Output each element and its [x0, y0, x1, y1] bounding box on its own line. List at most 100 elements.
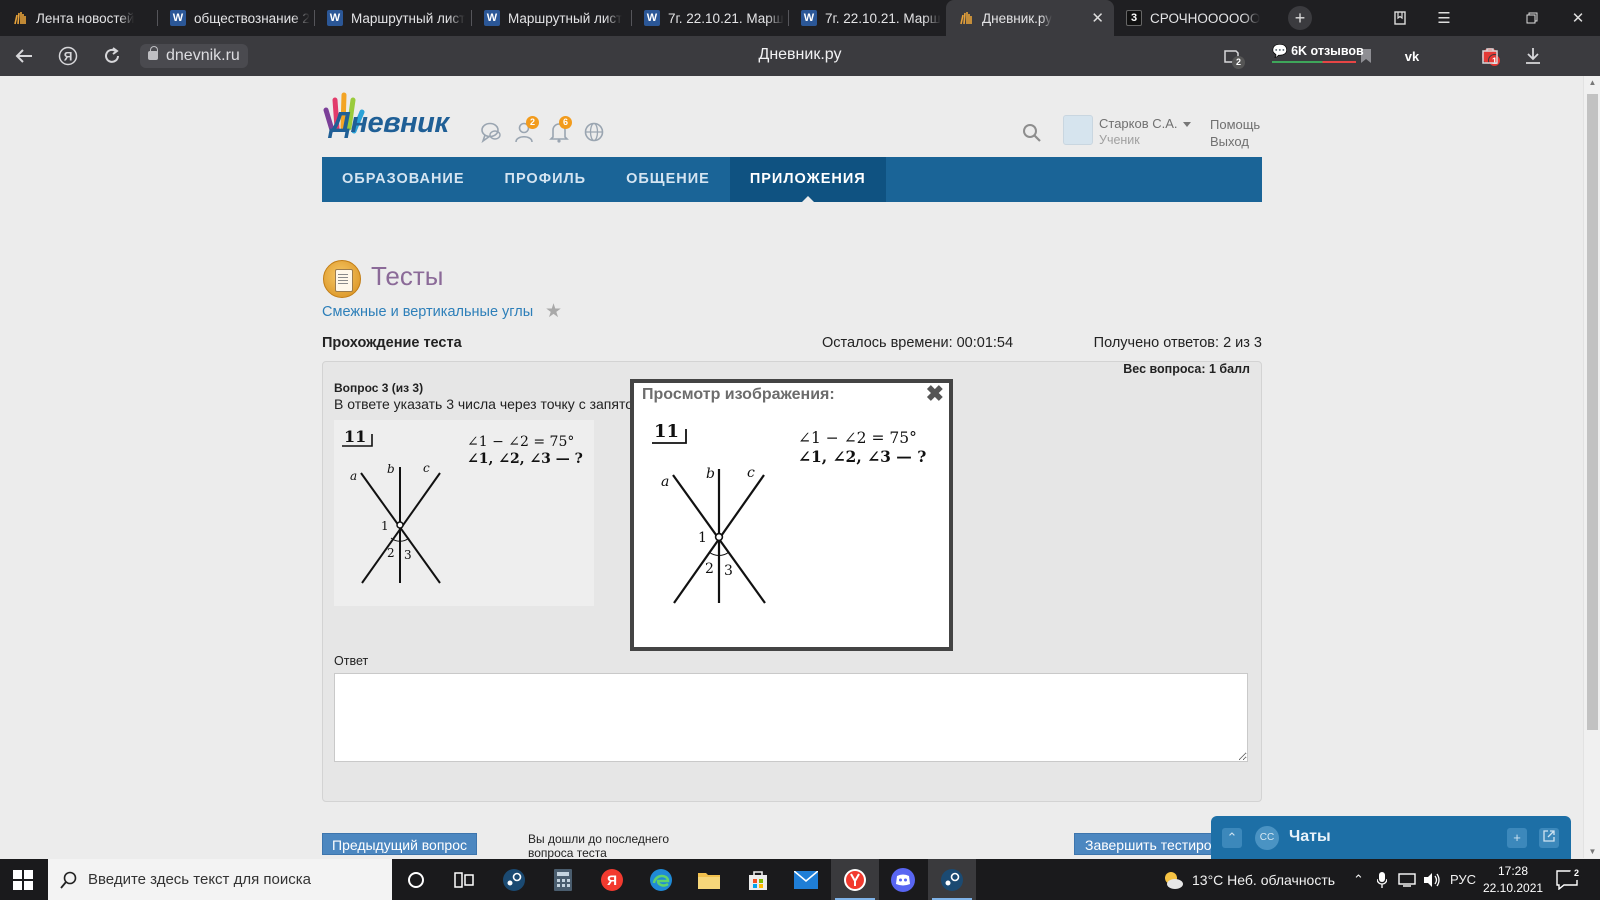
- chats-widget[interactable]: ⌃ СС Чаты +: [1211, 816, 1571, 860]
- calculator-icon[interactable]: [539, 859, 587, 900]
- previous-question-button[interactable]: Предыдущий вопрос: [322, 833, 477, 855]
- search-icon[interactable]: [1020, 121, 1044, 145]
- test-name-link[interactable]: Смежные и вертикальные углы: [322, 304, 533, 320]
- mail-icon[interactable]: [782, 859, 830, 900]
- taskbar-clock[interactable]: 17:28 22.10.2021: [1483, 863, 1543, 897]
- close-icon[interactable]: ✖: [926, 381, 944, 407]
- reviews-label: 6K отзывов: [1291, 44, 1364, 58]
- angle-label-1: 1: [698, 530, 707, 546]
- globe-icon[interactable]: [582, 120, 606, 144]
- microphone-icon[interactable]: [1377, 859, 1387, 900]
- add-chat-icon[interactable]: +: [1507, 828, 1527, 848]
- friends-badge: 2: [526, 116, 539, 129]
- chat-icon[interactable]: [479, 120, 503, 144]
- logo-text[interactable]: Дневник: [330, 107, 449, 140]
- yandex-browser-icon[interactable]: [831, 859, 879, 900]
- line-label-c: c: [423, 461, 430, 475]
- nav-education[interactable]: ОБРАЗОВАНИЕ: [322, 157, 485, 202]
- back-icon[interactable]: [12, 44, 36, 68]
- language-indicator[interactable]: РУС: [1450, 859, 1476, 900]
- close-tab-icon[interactable]: ✕: [1091, 9, 1104, 27]
- downloads-icon[interactable]: [1521, 44, 1545, 68]
- extensions-icon[interactable]: [1478, 44, 1502, 68]
- address-text: dnevnik.ru: [166, 47, 240, 64]
- section-title: Тесты: [371, 261, 444, 291]
- weather-widget[interactable]: 13°C Неб. облачность: [1162, 859, 1335, 900]
- scrollbar-thumb[interactable]: [1587, 94, 1598, 730]
- dnevnik-favicon: [12, 10, 28, 26]
- discord-icon[interactable]: [879, 859, 927, 900]
- network-icon[interactable]: [1398, 859, 1416, 900]
- protect-icon[interactable]: 2: [1220, 44, 1245, 69]
- word-icon: W: [170, 10, 186, 26]
- modal-title: Просмотр изображения:: [642, 386, 835, 403]
- reviews-button[interactable]: 💬 6K отзывов: [1272, 44, 1364, 63]
- store-icon[interactable]: [734, 859, 782, 900]
- angle-label-1: 1: [381, 519, 389, 533]
- notification-center-icon[interactable]: 2: [1556, 859, 1583, 900]
- browser-tab-3[interactable]: W Маршрутный лист: [315, 0, 472, 36]
- edge-icon[interactable]: [637, 859, 685, 900]
- answer-label: Ответ: [334, 654, 369, 668]
- question-number: Вопрос 3 (из 3): [334, 381, 424, 395]
- angle-label-2: 2: [387, 546, 395, 560]
- nav-profile[interactable]: ПРОФИЛЬ: [485, 157, 607, 202]
- word-icon: W: [801, 10, 817, 26]
- mode-label: Прохождение теста: [322, 335, 462, 351]
- protect-badge: 2: [1232, 56, 1245, 69]
- page-scrollbar[interactable]: ▲ ▼: [1583, 76, 1600, 858]
- nav-applications[interactable]: ПРИЛОЖЕНИЯ: [729, 157, 886, 202]
- znanija-favicon: 3: [1126, 10, 1142, 26]
- chat-avatar: СС: [1255, 826, 1279, 850]
- angle-label-3: 3: [404, 548, 412, 562]
- yandex-icon[interactable]: Я: [588, 859, 636, 900]
- browser-tab-active[interactable]: Дневник.ру ✕: [946, 0, 1114, 36]
- chevron-up-icon[interactable]: ⌃: [1222, 828, 1242, 848]
- browser-tab-5[interactable]: W 7г. 22.10.21. Марш: [632, 0, 789, 36]
- menu-icon[interactable]: ☰: [1422, 0, 1466, 36]
- question-image[interactable]: 11 ∠1 − ∠2 = 75° ∠1, ∠2, ∠3 — ? a b c 1 …: [334, 420, 594, 606]
- restore-window-icon[interactable]: [1510, 0, 1554, 36]
- close-window-icon[interactable]: ✕: [1556, 0, 1600, 36]
- windows-start-icon[interactable]: [10, 867, 36, 893]
- tab-label: 7г. 22.10.21. Марш: [825, 10, 941, 26]
- cortana-icon[interactable]: [392, 859, 440, 900]
- browser-tab-2[interactable]: W обществознание 2: [158, 0, 315, 36]
- notifications-icon[interactable]: 6: [547, 116, 572, 144]
- steam-icon[interactable]: [490, 859, 538, 900]
- scroll-down-icon[interactable]: ▼: [1588, 847, 1597, 856]
- tab-label: Дневник.ру: [982, 10, 1053, 26]
- favorite-star-icon[interactable]: ★: [545, 300, 562, 323]
- new-tab-icon[interactable]: +: [1288, 6, 1312, 30]
- collections-icon[interactable]: [1378, 0, 1422, 36]
- task-view-icon[interactable]: [440, 859, 488, 900]
- nav-communication[interactable]: ОБЩЕНИЕ: [606, 157, 730, 202]
- browser-tab-4[interactable]: W Маршрутный лист: [472, 0, 632, 36]
- chevron-up-icon[interactable]: ⌃: [1353, 859, 1364, 900]
- scroll-up-icon[interactable]: ▲: [1588, 78, 1597, 87]
- taskbar-search[interactable]: Введите здесь текст для поиска: [48, 859, 392, 900]
- angle-label-2: 2: [705, 561, 714, 577]
- finish-test-button[interactable]: Завершить тестирование: [1074, 833, 1224, 855]
- reload-icon[interactable]: [100, 44, 124, 68]
- user-role: Ученик: [1099, 133, 1140, 147]
- browser-tab-8[interactable]: 3 СРОЧНОООООО: [1114, 0, 1274, 36]
- browser-tab-6[interactable]: W 7г. 22.10.21. Марш: [789, 0, 946, 36]
- browser-tab-1[interactable]: Лента новостей: [0, 0, 158, 36]
- steam-icon-2[interactable]: [928, 859, 976, 900]
- search-placeholder: Введите здесь текст для поиска: [88, 871, 311, 888]
- address-bar[interactable]: dnevnik.ru: [140, 44, 248, 68]
- volume-icon[interactable]: [1423, 859, 1441, 900]
- figure-number: 11: [654, 421, 679, 442]
- friends-icon[interactable]: 2: [513, 116, 539, 144]
- logout-link[interactable]: Выход: [1210, 134, 1249, 149]
- answer-input[interactable]: [334, 673, 1248, 762]
- popout-icon[interactable]: [1539, 828, 1559, 848]
- yandex-home-icon[interactable]: Я: [56, 44, 80, 68]
- vk-icon[interactable]: vk: [1400, 44, 1424, 68]
- explorer-icon[interactable]: [685, 859, 733, 900]
- notification-count: 2: [1570, 867, 1583, 880]
- image-preview-modal: Просмотр изображения: ✖ 11 ∠1 − ∠2 = 75°…: [630, 379, 953, 651]
- help-link[interactable]: Помощь: [1210, 117, 1260, 132]
- svg-text:Я: Я: [64, 50, 73, 64]
